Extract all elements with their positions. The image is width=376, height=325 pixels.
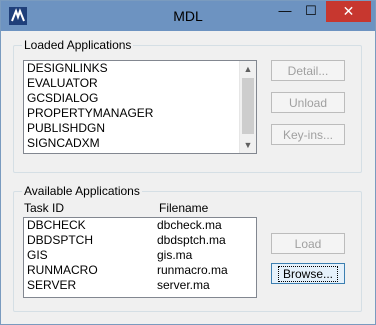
scroll-up-arrow-icon[interactable]: ▲ <box>240 61 256 77</box>
loaded-applications-list[interactable]: DESIGNLINKS EVALUATOR GCSDIALOG PROPERTY… <box>23 60 257 154</box>
loaded-applications-label: Loaded Applications <box>22 38 134 52</box>
task-id-cell: SERVER <box>27 278 77 292</box>
filename-cell: server.ma <box>157 278 210 292</box>
loaded-applications-group: Loaded Applications DESIGNLINKS EVALUATO… <box>13 38 362 173</box>
table-row[interactable]: GIS gis.ma <box>24 248 256 263</box>
detail-button[interactable]: Detail... <box>271 60 345 81</box>
list-item[interactable]: PUBLISHDGN <box>24 121 256 136</box>
table-row[interactable]: DBDSPTCH dbdsptch.ma <box>24 233 256 248</box>
list-item[interactable]: GCSDIALOG <box>24 91 256 106</box>
scroll-down-arrow-icon[interactable]: ▼ <box>240 137 256 153</box>
task-id-cell: DBCHECK <box>27 218 86 232</box>
task-id-cell: DBDSPTCH <box>27 233 94 247</box>
load-button[interactable]: Load <box>271 233 345 254</box>
key-ins-button[interactable]: Key-ins... <box>271 124 345 145</box>
list-item[interactable]: SIGNCADXM <box>24 136 256 151</box>
list-item[interactable]: DESIGNLINKS <box>24 61 256 76</box>
filename-cell: runmacro.ma <box>157 263 228 277</box>
unload-button[interactable]: Unload <box>271 92 345 113</box>
browse-button-label: Browse... <box>277 266 338 282</box>
table-row[interactable]: DBCHECK dbcheck.ma <box>24 218 256 233</box>
list-item[interactable]: EVALUATOR <box>24 76 256 91</box>
list-item[interactable]: PROPERTYMANAGER <box>24 106 256 121</box>
table-row[interactable]: SERVER server.ma <box>24 278 256 293</box>
task-id-cell: GIS <box>27 248 48 262</box>
minimize-button[interactable]: — <box>272 1 298 22</box>
available-applications-group: Available Applications Task ID Filename … <box>13 184 362 312</box>
filename-cell: dbcheck.ma <box>157 218 222 232</box>
loaded-list-scrollbar[interactable]: ▲ ▼ <box>239 61 256 153</box>
filename-cell: dbdsptch.ma <box>157 233 226 247</box>
task-id-column-header: Task ID <box>24 201 65 215</box>
close-button[interactable]: ✕ <box>326 1 371 22</box>
mdl-dialog-window: MDL — ☐ ✕ Loaded Applications DESIGNLINK… <box>0 0 376 325</box>
table-row[interactable]: RUNMACRO runmacro.ma <box>24 263 256 278</box>
scroll-thumb[interactable] <box>242 78 254 134</box>
maximize-button[interactable]: ☐ <box>298 1 324 22</box>
task-id-cell: RUNMACRO <box>27 263 98 277</box>
available-applications-label: Available Applications <box>22 184 142 198</box>
filename-cell: gis.ma <box>157 248 193 262</box>
available-applications-list[interactable]: DBCHECK dbcheck.ma DBDSPTCH dbdsptch.ma … <box>23 217 257 298</box>
dialog-client-area: Loaded Applications DESIGNLINKS EVALUATO… <box>8 31 367 317</box>
filename-column-header: Filename <box>159 201 209 215</box>
title-bar[interactable]: MDL — ☐ ✕ <box>1 1 375 31</box>
browse-button[interactable]: Browse... <box>271 263 345 284</box>
